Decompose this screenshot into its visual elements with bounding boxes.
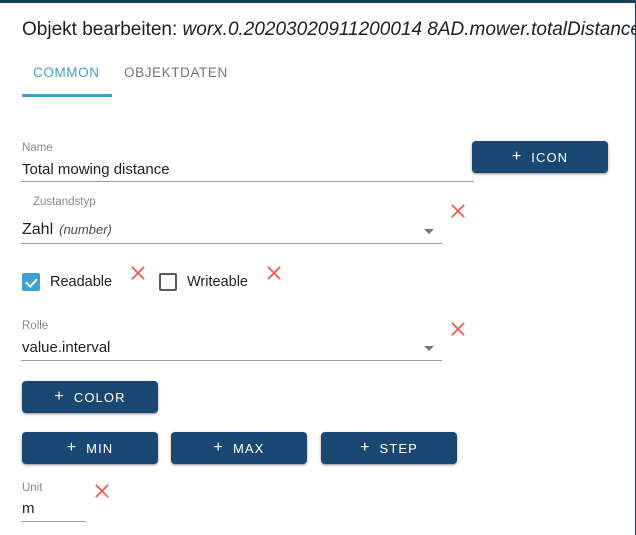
tab-bar: COMMON OBJEKTDATEN [0, 65, 635, 101]
state-type-underline [21, 243, 442, 244]
tab-common[interactable]: COMMON [33, 65, 100, 80]
edit-object-dialog: Objekt bearbeiten: worx.0.20203020911200… [0, 0, 636, 535]
add-step-button[interactable]: + STEP [321, 432, 457, 464]
add-icon-button[interactable]: + ICON [472, 141, 608, 173]
state-type-value-hint: (number) [59, 222, 112, 237]
name-field-label: Name [22, 142, 53, 154]
clear-writeable-icon[interactable] [264, 263, 284, 283]
plus-icon: + [54, 388, 65, 405]
role-select[interactable]: value.interval [22, 339, 110, 356]
writeable-checkbox[interactable] [159, 273, 177, 291]
readable-checkbox[interactable] [22, 273, 40, 291]
plus-icon: + [511, 148, 523, 165]
add-min-button-label: MIN [86, 440, 114, 456]
state-type-value: Zahl [22, 221, 54, 238]
plus-icon: + [66, 439, 78, 456]
role-underline [21, 360, 442, 361]
state-type-field-label: Zustandstyp [33, 196, 96, 208]
add-icon-button-label: ICON [531, 149, 569, 165]
name-input-underline [21, 181, 474, 182]
add-color-button[interactable]: + COLOR [22, 381, 158, 413]
clear-role-icon[interactable] [448, 319, 468, 339]
unit-field-label: Unit [22, 482, 43, 494]
chevron-down-icon[interactable] [424, 346, 434, 351]
unit-input-underline [21, 521, 86, 522]
clear-unit-icon[interactable] [92, 481, 112, 501]
plus-icon: + [213, 439, 224, 456]
readable-checkbox-label: Readable [50, 274, 113, 290]
clear-state-type-icon[interactable] [448, 201, 468, 221]
add-step-button-label: STEP [379, 440, 418, 456]
page-title: Objekt bearbeiten: worx.0.20203020911200… [22, 19, 636, 41]
unit-input[interactable]: m [22, 500, 35, 517]
tab-active-indicator [22, 94, 112, 97]
role-field-label: Rolle [22, 320, 49, 332]
add-max-button[interactable]: + MAX [171, 432, 307, 464]
plus-icon: + [360, 439, 371, 456]
page-title-prefix: Objekt bearbeiten: [22, 19, 178, 40]
object-id-text: worx.0.20203020911200014 8AD.mower.total… [182, 19, 636, 40]
add-max-button-label: MAX [232, 440, 265, 456]
clear-readable-icon[interactable] [128, 263, 148, 283]
add-min-button[interactable]: + MIN [22, 432, 158, 464]
state-type-select[interactable]: Zahl (number) [22, 221, 112, 239]
add-color-button-label: COLOR [73, 389, 126, 405]
tab-objektdaten[interactable]: OBJEKTDATEN [124, 65, 228, 80]
writeable-checkbox-label: Writeable [187, 274, 248, 290]
name-input[interactable]: Total mowing distance [22, 161, 170, 178]
chevron-down-icon[interactable] [424, 229, 434, 234]
